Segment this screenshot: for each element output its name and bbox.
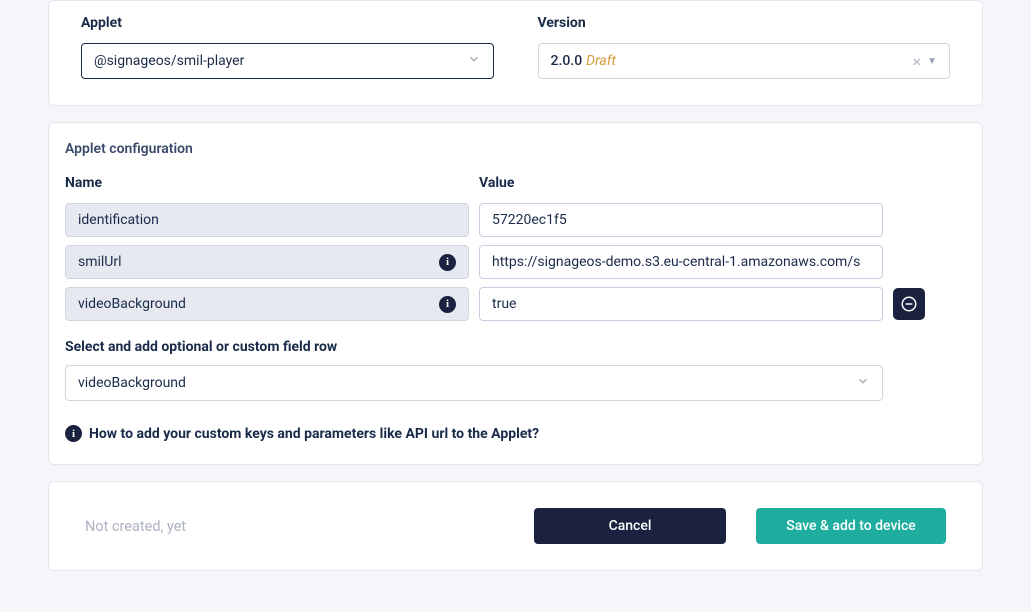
applet-version-card: Applet @signageos/smil-player Version 2.…: [48, 0, 983, 106]
config-value-input[interactable]: [479, 203, 883, 237]
config-value-input[interactable]: [479, 287, 883, 321]
version-value: 2.0.0: [551, 53, 583, 69]
value-header: Value: [479, 175, 883, 191]
info-icon: i: [65, 425, 82, 442]
version-label: Version: [538, 15, 951, 31]
applet-select[interactable]: @signageos/smil-player: [81, 43, 494, 79]
config-name-text: videoBackground: [78, 296, 186, 312]
save-button[interactable]: Save & add to device: [756, 508, 946, 544]
version-status: Draft: [586, 53, 616, 69]
version-select[interactable]: 2.0.0 Draft × ▼: [538, 43, 951, 79]
clear-icon[interactable]: ×: [907, 52, 928, 71]
footer-card: Not created, yet Cancel Save & add to de…: [48, 481, 983, 571]
custom-field-value: videoBackground: [78, 375, 186, 391]
config-section-title: Applet configuration: [65, 141, 966, 157]
cancel-button[interactable]: Cancel: [534, 508, 726, 544]
chevron-down-icon: [467, 52, 481, 70]
help-text: How to add your custom keys and paramete…: [89, 426, 539, 442]
chevron-down-icon: ▼: [927, 56, 937, 67]
config-name-field: smilUrl i: [65, 245, 469, 279]
applet-select-value: @signageos/smil-player: [94, 53, 244, 69]
info-icon[interactable]: i: [439, 296, 456, 313]
config-name-field: identification: [65, 203, 469, 237]
config-name-text: identification: [78, 212, 159, 228]
help-link[interactable]: i How to add your custom keys and parame…: [65, 425, 966, 442]
name-header: Name: [65, 175, 469, 191]
remove-row-button[interactable]: [893, 288, 925, 320]
info-icon[interactable]: i: [439, 254, 456, 271]
config-value-input[interactable]: [479, 245, 883, 279]
applet-configuration-card: Applet configuration Name Value identifi…: [48, 122, 983, 465]
status-text: Not created, yet: [85, 518, 186, 535]
chevron-down-icon: [856, 374, 870, 392]
config-name-field: videoBackground i: [65, 287, 469, 321]
applet-label: Applet: [81, 15, 494, 31]
custom-field-select[interactable]: videoBackground: [65, 365, 883, 401]
config-name-text: smilUrl: [78, 254, 122, 270]
custom-field-label: Select and add optional or custom field …: [65, 339, 966, 355]
